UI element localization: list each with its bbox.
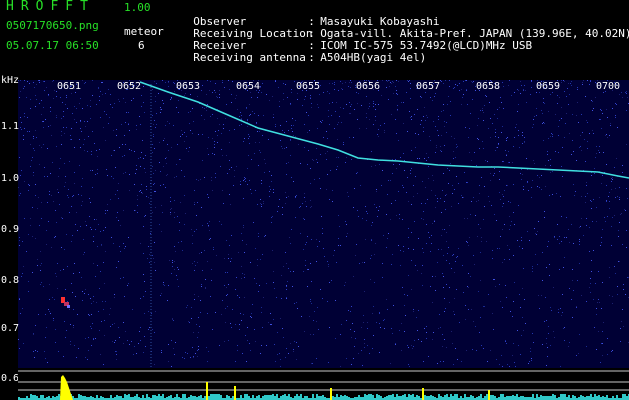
time-label: 0700 [596,81,621,92]
info-antenna: Receiving antenna: A504HB(yagi 4el) [180,40,426,64]
time-label: 0653 [176,81,201,92]
datetime: 05.07.17 06:50 [6,39,99,52]
signal-peak [234,386,236,400]
app-version: 1.00 [124,1,151,14]
info-value: A504HB(yagi 4el) [320,51,427,64]
info-sep: : [308,51,315,64]
info-key: Receiving antenna [193,51,306,64]
spectrogram-noise [18,80,629,368]
meteor-echo [61,297,70,308]
signal-level-plot [18,368,629,400]
signal-peak [422,388,424,400]
meteor-count: 6 [138,39,145,52]
meteor-peak [60,375,73,400]
signal-peak [330,388,332,400]
time-label: 0654 [236,81,261,92]
signal-level-svg [18,370,629,400]
y-label: 1.0 [1,173,20,184]
spectrogram[interactable] [18,80,629,368]
time-label: 0658 [476,81,501,92]
time-label: 0652 [117,81,142,92]
signal-peak [206,382,208,400]
y-unit-label: kHz [1,75,20,86]
time-label: 0651 [57,81,82,92]
y-label: 0.8 [1,275,20,286]
file-name: 0507170650.png [6,19,99,32]
time-label: 0656 [356,81,381,92]
time-label: 0655 [296,81,321,92]
app-title: HROFFT [6,0,95,14]
y-label: 0.6 [1,373,20,384]
time-label: 0657 [416,81,441,92]
time-label: 0659 [536,81,561,92]
y-label: 0.9 [1,224,20,235]
y-label: 1.1 [1,121,20,132]
meteor-label: meteor [124,25,164,38]
signal-peak [488,390,490,400]
y-label: 0.7 [1,323,20,334]
